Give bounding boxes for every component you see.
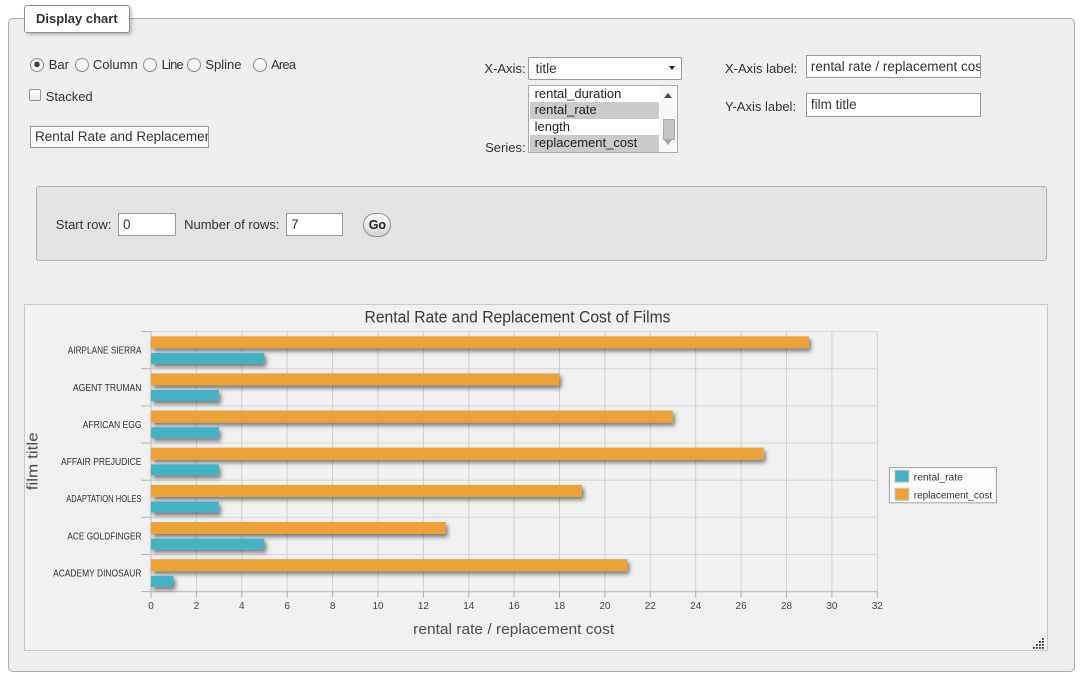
svg-text:8: 8 [330,601,336,612]
svg-text:0: 0 [148,601,154,612]
svg-text:24: 24 [690,601,702,612]
svg-text:32: 32 [872,601,884,612]
svg-text:AFRICAN EGG: AFRICAN EGG [83,420,142,431]
svg-text:22: 22 [645,601,657,612]
svg-text:4: 4 [239,601,245,612]
svg-text:26: 26 [736,601,748,612]
svg-text:16: 16 [509,601,521,612]
svg-text:ADAPTATION HOLES: ADAPTATION HOLES [66,494,142,505]
svg-text:Rental Rate and Replacement Co: Rental Rate and Replacement Cost of Film… [365,307,671,326]
svg-text:ACADEMY DINOSAUR: ACADEMY DINOSAUR [53,569,141,580]
svg-text:2: 2 [194,601,200,612]
svg-text:6: 6 [284,601,290,612]
svg-text:18: 18 [554,601,566,612]
svg-text:AFFAIR PREJUDICE: AFFAIR PREJUDICE [61,457,142,468]
svg-text:rental rate / replacement cost: rental rate / replacement cost [413,621,615,638]
svg-text:film title: film title [25,432,42,490]
svg-text:28: 28 [781,601,793,612]
svg-text:AIRPLANE SIERRA: AIRPLANE SIERRA [68,346,142,357]
svg-text:20: 20 [599,601,611,612]
svg-text:10: 10 [372,601,384,612]
svg-text:30: 30 [826,601,838,612]
svg-text:rental_rate: rental_rate [914,473,963,484]
svg-text:AGENT TRUMAN: AGENT TRUMAN [73,383,142,394]
svg-text:12: 12 [418,601,430,612]
svg-text:replacement_cost: replacement_cost [914,491,993,502]
svg-text:14: 14 [463,601,475,612]
svg-text:ACE GOLDFINGER: ACE GOLDFINGER [67,531,141,542]
